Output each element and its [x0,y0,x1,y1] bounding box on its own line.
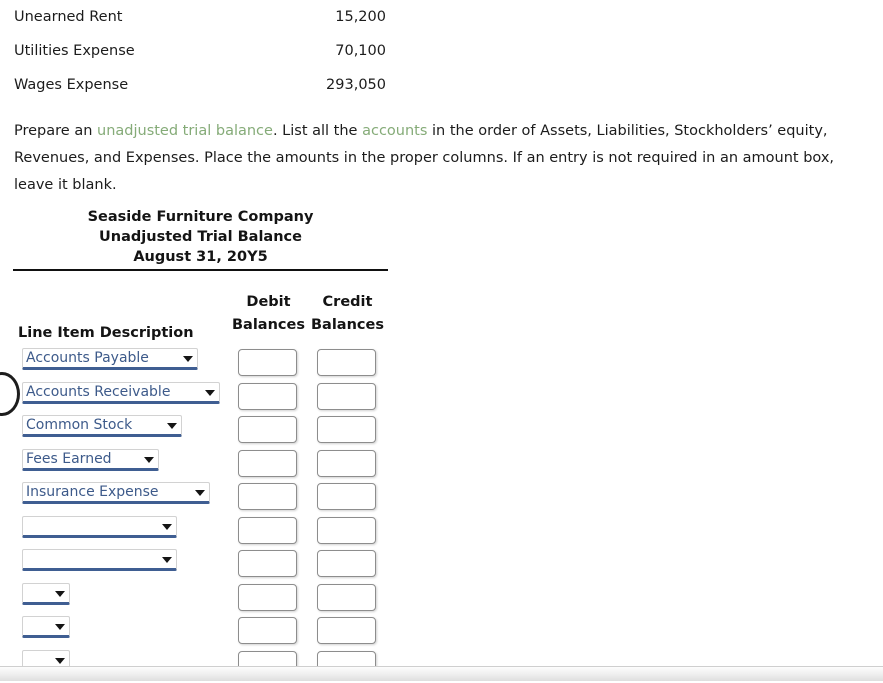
statement-title: Unadjusted Trial Balance [13,227,388,247]
chevron-down-icon [144,457,154,463]
credit-amount-input[interactable] [317,416,376,443]
account-select[interactable]: Fees Earned [22,449,159,471]
account-amount: 70,100 [200,34,386,68]
debit-label-line2: Balances [231,314,306,337]
account-amount: 15,200 [200,0,386,34]
accounts-link[interactable]: accounts [362,123,427,139]
company-name: Seaside Furniture Company [13,207,388,227]
statement-date: August 31, 20Y5 [13,247,388,267]
credit-amount-input[interactable] [317,550,376,577]
instructions-paragraph: Prepare an unadjusted trial balance. Lis… [14,118,874,199]
account-name: Utilities Expense [14,34,135,68]
account-amount-row: Utilities Expense 70,100 [0,34,400,68]
trial-balance-grid: Accounts Payable Accounts Receivable Commo… [0,348,883,683]
debit-label-line1: Debit [231,291,306,314]
credit-amount-input[interactable] [317,450,376,477]
trial-balance-row [0,583,883,617]
heading-divider [13,269,388,271]
chevron-down-icon [162,557,172,563]
trial-balance-row: Fees Earned [0,449,883,483]
debit-amount-input[interactable] [238,617,297,644]
trial-balance-row: Common Stock [0,415,883,449]
chevron-down-icon [162,524,172,530]
account-select[interactable] [22,516,177,538]
account-select[interactable] [22,583,70,605]
horizontal-scrollbar[interactable] [0,666,883,681]
account-select-value: Common Stock [26,417,132,433]
unadjusted-trial-balance-link[interactable]: unadjusted trial balance [97,123,273,139]
account-select[interactable]: Accounts Receivable [22,382,220,404]
column-header-debit: Debit Balances [231,291,306,337]
trial-balance-row [0,616,883,650]
account-amount-row: Wages Expense 293,050 [0,68,400,102]
chevron-down-icon [195,490,205,496]
account-select-value: Fees Earned [26,451,112,467]
account-select-value: Accounts Payable [26,350,149,366]
statement-heading: Seaside Furniture Company Unadjusted Tri… [13,207,388,267]
trial-balance-row: Accounts Receivable [0,382,883,416]
account-amount-row: Unearned Rent 15,200 [0,0,400,34]
account-select[interactable]: Accounts Payable [22,348,198,370]
account-select[interactable] [22,616,70,638]
account-select[interactable] [22,549,177,571]
instructions-part1: Prepare an [14,123,97,139]
chevron-down-icon [183,356,193,362]
credit-amount-input[interactable] [317,349,376,376]
credit-amount-input[interactable] [317,584,376,611]
credit-amount-input[interactable] [317,517,376,544]
credit-label-line2: Balances [310,314,385,337]
account-name: Wages Expense [14,68,128,102]
account-select-value: Accounts Receivable [26,384,170,400]
instructions-part2: . List all the [273,123,362,139]
chevron-down-icon [55,624,65,630]
account-select[interactable]: Insurance Expense [22,482,210,504]
debit-amount-input[interactable] [238,550,297,577]
chevron-down-icon [55,658,65,664]
account-select[interactable]: Common Stock [22,415,182,437]
debit-amount-input[interactable] [238,483,297,510]
trial-balance-row: Insurance Expense [0,482,883,516]
trial-balance-row [0,516,883,550]
column-header-credit: Credit Balances [310,291,385,337]
credit-label-line1: Credit [310,291,385,314]
chevron-down-icon [205,390,215,396]
trial-balance-row [0,549,883,583]
debit-amount-input[interactable] [238,517,297,544]
account-select-value: Insurance Expense [26,484,159,500]
column-header-line-item: Line Item Description [18,325,194,341]
account-amount: 293,050 [200,68,386,102]
chevron-down-icon [167,423,177,429]
credit-amount-input[interactable] [317,483,376,510]
account-name: Unearned Rent [14,0,122,34]
debit-amount-input[interactable] [238,450,297,477]
credit-amount-input[interactable] [317,383,376,410]
debit-amount-input[interactable] [238,584,297,611]
debit-amount-input[interactable] [238,416,297,443]
trial-balance-row: Accounts Payable [0,348,883,382]
debit-amount-input[interactable] [238,349,297,376]
account-amount-list: Unearned Rent 15,200 Utilities Expense 70,1… [0,0,400,102]
debit-amount-input[interactable] [238,383,297,410]
credit-amount-input[interactable] [317,617,376,644]
chevron-down-icon [55,591,65,597]
